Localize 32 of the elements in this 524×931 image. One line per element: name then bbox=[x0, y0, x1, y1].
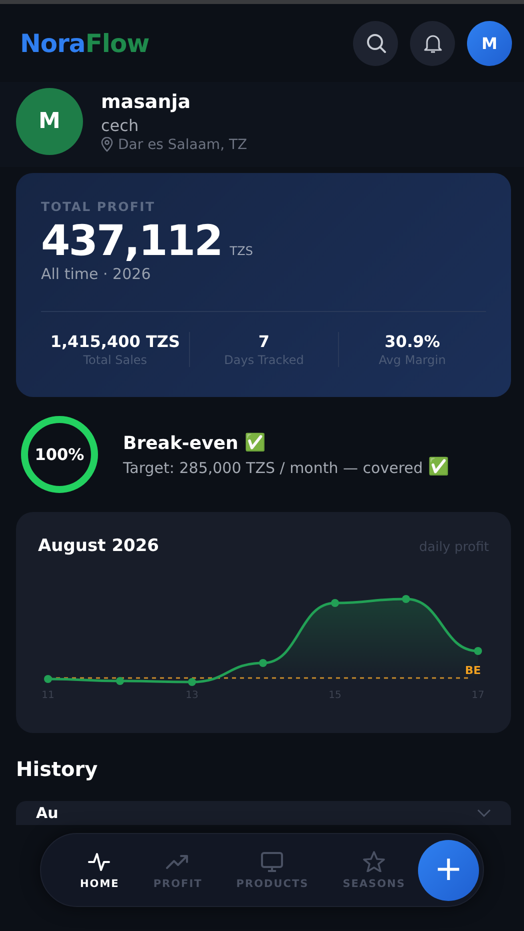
notification-button[interactable] bbox=[410, 20, 455, 66]
progress-percent: 100% bbox=[34, 444, 86, 466]
profile-location: Dar es Salaam, TZ bbox=[118, 136, 248, 152]
profit-amount: 437,112 bbox=[41, 216, 222, 265]
currency-label: TZS bbox=[230, 244, 253, 258]
chevron-down-icon bbox=[477, 809, 491, 817]
chart-title: August 2026 bbox=[38, 536, 160, 556]
target-text: Target: 285,000 TZS / month — covered bbox=[123, 458, 423, 476]
nav-tab[interactable]: HOME bbox=[63, 850, 136, 890]
stat-value: 1,415,400 TZS bbox=[50, 332, 180, 351]
break-even-label: BE bbox=[465, 664, 481, 677]
user-avatar[interactable]: M bbox=[467, 20, 512, 66]
card-label: TOTAL PROFIT bbox=[41, 199, 156, 214]
profile-name: masanja bbox=[101, 90, 192, 112]
pulse-icon bbox=[88, 850, 112, 872]
check-mark: ✅ bbox=[428, 459, 449, 476]
profile-avatar: M bbox=[16, 88, 83, 155]
stat-value: 30.9% bbox=[384, 332, 440, 351]
search-icon bbox=[364, 32, 386, 54]
check-mark: ✅ bbox=[244, 434, 266, 452]
section-title: History bbox=[16, 757, 99, 781]
star-icon bbox=[362, 850, 386, 872]
profile-subtitle: cech bbox=[101, 116, 140, 134]
bell-icon bbox=[422, 32, 442, 54]
search-button[interactable] bbox=[353, 20, 398, 66]
period-label: All time · 2026 bbox=[41, 265, 152, 283]
monitor-icon bbox=[260, 850, 284, 872]
app-logo: NoraFlow bbox=[20, 28, 150, 58]
stat-value: 7 bbox=[258, 332, 270, 351]
history-row[interactable]: Au bbox=[16, 801, 511, 825]
location-pin-icon bbox=[101, 137, 113, 152]
break-even-title: Break-even bbox=[123, 432, 238, 454]
